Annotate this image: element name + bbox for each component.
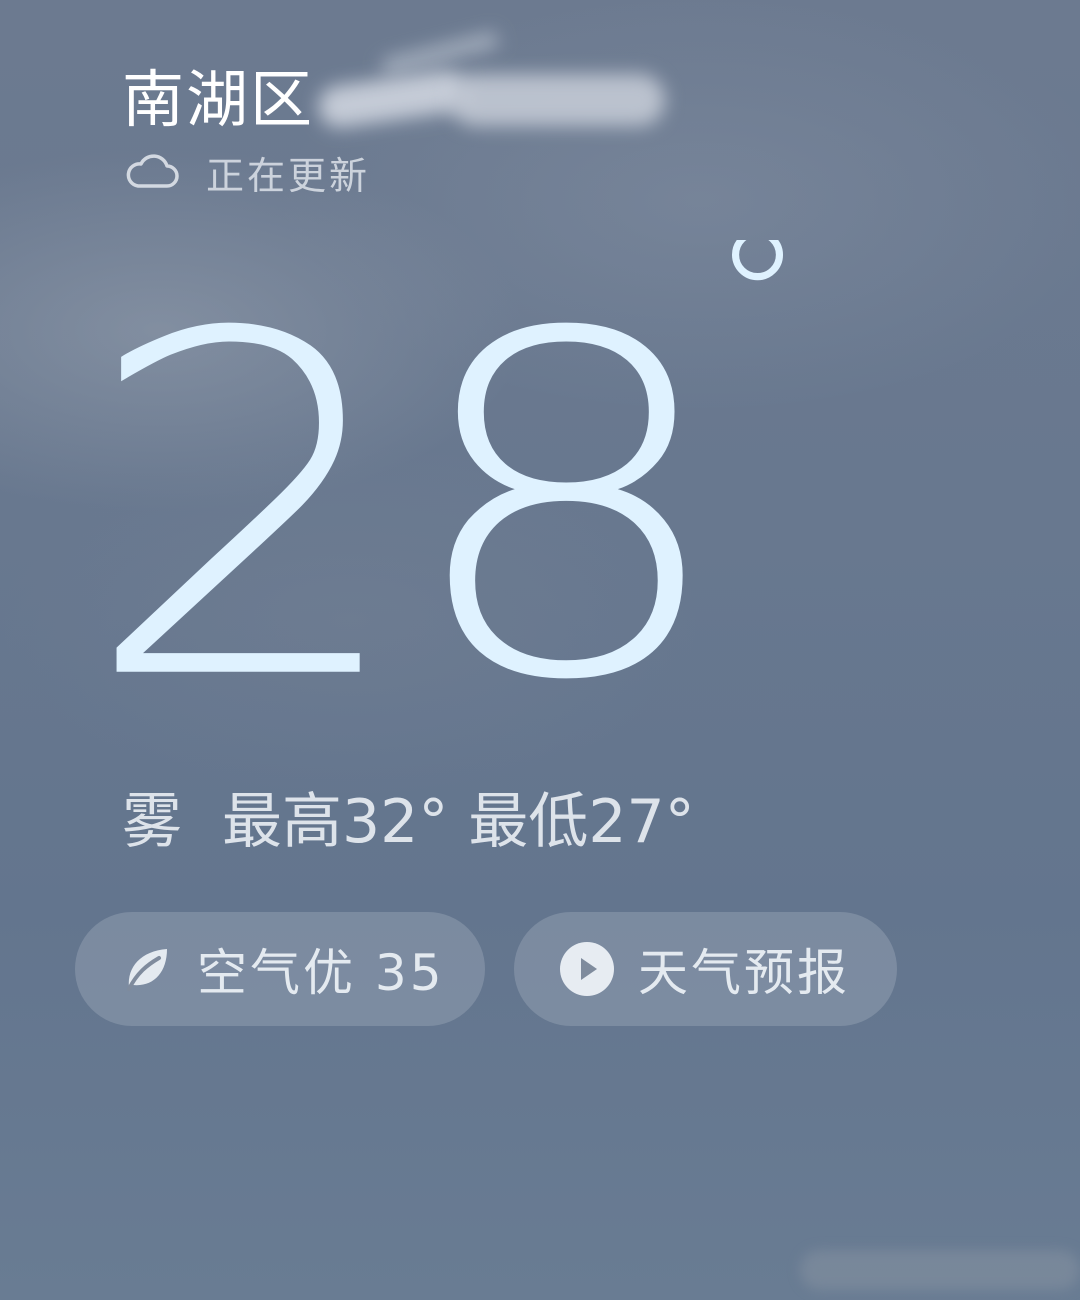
redacted-blur (450, 74, 665, 126)
cloud-icon (126, 154, 179, 188)
air-quality-label: 空气优 35 (197, 944, 445, 1002)
temperature-display: 28 ° (80, 240, 805, 710)
status-text: 正在更新 (206, 153, 371, 198)
weather-summary: 雾最高32° 最低27° (122, 782, 695, 862)
weather-condition: 雾 (122, 787, 182, 857)
degree-symbol: ° (710, 240, 805, 411)
weather-screen: 南湖区 正在更新 28 ° 雾最高32° 最低27° 空气优 35 天气预报 (0, 0, 1080, 1300)
high-temperature: 最高32° (222, 787, 449, 857)
update-status: 正在更新 (124, 146, 370, 198)
redacted-watermark (800, 1250, 1080, 1290)
forecast-button[interactable]: 天气预报 (514, 912, 897, 1026)
leaf-icon (127, 949, 167, 991)
redacted-blur (315, 67, 471, 131)
current-temperature: 28 ° (60, 240, 860, 710)
low-temperature: 最低27° (468, 787, 695, 857)
redacted-blur (379, 30, 501, 76)
play-icon (560, 942, 614, 996)
forecast-label: 天气预报 (638, 944, 850, 1002)
air-quality-button[interactable]: 空气优 35 (75, 912, 485, 1026)
temperature-value: 28 (80, 240, 720, 710)
location-name[interactable]: 南湖区 (122, 60, 314, 140)
